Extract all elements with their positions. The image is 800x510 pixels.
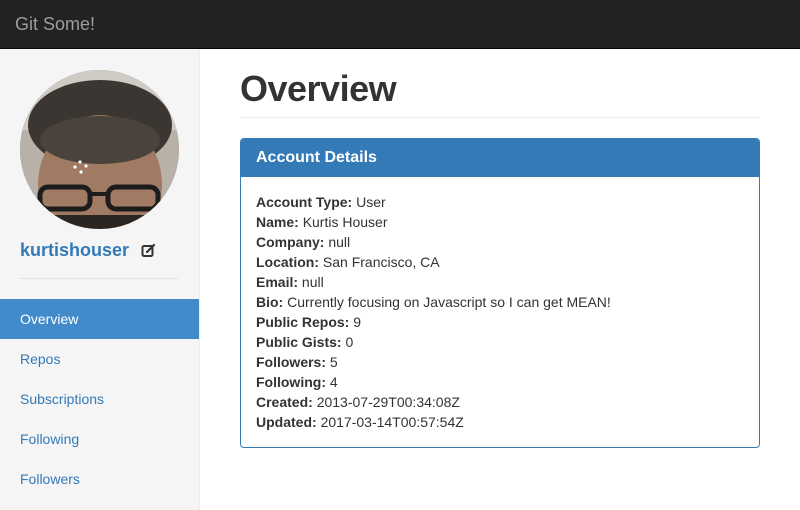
sidebar-divider [20, 278, 178, 279]
detail-label: Account Type: [256, 194, 353, 210]
sidebar-item-repos[interactable]: Repos [0, 339, 199, 379]
detail-value: 9 [353, 314, 362, 330]
detail-label: Followers: [256, 354, 327, 370]
title-divider [240, 117, 760, 118]
detail-row-account-type: Account Type: User [256, 192, 744, 212]
panel-heading: Account Details [241, 139, 759, 177]
sidebar-nav: Overview Repos Subscriptions Following F… [0, 299, 199, 499]
sidebar-item-subscriptions[interactable]: Subscriptions [0, 379, 199, 419]
detail-label: Bio: [256, 294, 284, 310]
detail-value: Kurtis Houser [302, 214, 388, 230]
detail-value: 2013-07-29T00:34:08Z [316, 394, 460, 410]
detail-label: Name: [256, 214, 299, 230]
avatar [20, 70, 179, 229]
detail-label: Following: [256, 374, 326, 390]
sidebar-item-following[interactable]: Following [0, 419, 199, 459]
detail-row-company: Company: null [256, 232, 744, 252]
top-navbar: Git Some! [0, 0, 800, 49]
account-details-panel: Account Details Account Type: User Name:… [240, 138, 760, 448]
edit-icon[interactable] [141, 243, 156, 258]
detail-row-following: Following: 4 [256, 372, 744, 392]
page-title: Overview [240, 68, 397, 109]
detail-row-email: Email: null [256, 272, 744, 292]
avatar-photo [20, 70, 179, 229]
detail-row-followers: Followers: 5 [256, 352, 744, 372]
detail-value: null [328, 234, 351, 250]
detail-label: Updated: [256, 414, 317, 430]
username-link[interactable]: kurtishouser [20, 238, 129, 262]
detail-value: San Francisco, CA [322, 254, 440, 270]
panel-body: Account Type: User Name: Kurtis Houser C… [241, 177, 759, 447]
detail-row-bio: Bio: Currently focusing on Javascript so… [256, 292, 744, 312]
detail-value: null [301, 274, 324, 290]
detail-value: User [356, 194, 386, 210]
sidebar-item-followers[interactable]: Followers [0, 459, 199, 499]
detail-label: Public Repos: [256, 314, 350, 330]
detail-row-public-repos: Public Repos: 9 [256, 312, 744, 332]
detail-row-location: Location: San Francisco, CA [256, 252, 744, 272]
detail-label: Public Gists: [256, 334, 342, 350]
username-row: kurtishouser [20, 238, 156, 262]
detail-label: Email: [256, 274, 299, 290]
brand-link[interactable]: Git Some! [15, 13, 95, 35]
detail-label: Location: [256, 254, 319, 270]
detail-value: 0 [345, 334, 354, 350]
detail-value: 4 [329, 374, 338, 390]
sidebar-item-overview[interactable]: Overview [0, 299, 199, 339]
detail-label: Created: [256, 394, 313, 410]
detail-row-updated: Updated: 2017-03-14T00:57:54Z [256, 412, 744, 432]
detail-row-name: Name: Kurtis Houser [256, 212, 744, 232]
sidebar: kurtishouser Overview Repos Subscription… [0, 49, 200, 510]
detail-value: Currently focusing on Javascript so I ca… [287, 294, 611, 310]
detail-row-public-gists: Public Gists: 0 [256, 332, 744, 352]
detail-value: 2017-03-14T00:57:54Z [320, 414, 464, 430]
detail-label: Company: [256, 234, 325, 250]
detail-row-created: Created: 2013-07-29T00:34:08Z [256, 392, 744, 412]
detail-value: 5 [329, 354, 338, 370]
